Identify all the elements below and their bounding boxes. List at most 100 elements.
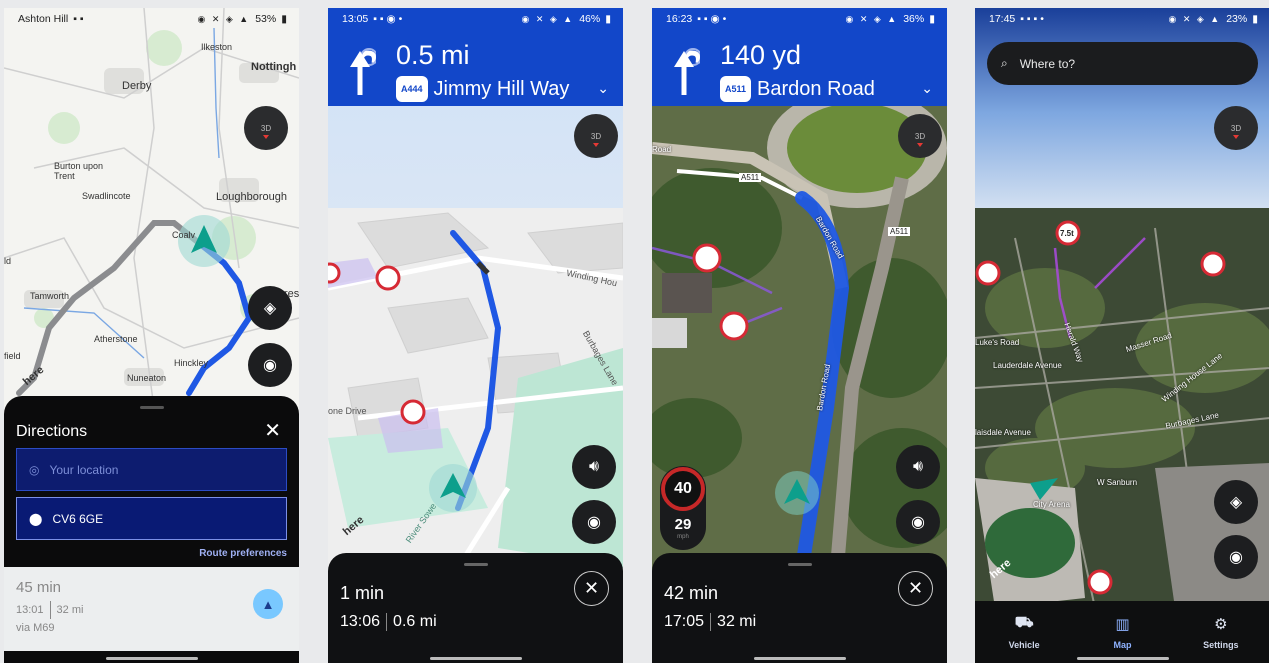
map-label: field [4, 351, 21, 361]
destination-field[interactable]: ⬤ CV6 6GE [16, 497, 287, 540]
chevron-down-icon[interactable]: ⌄ [597, 80, 609, 97]
recenter-button[interactable]: ◉ [248, 343, 292, 387]
recenter-icon: ◉ [263, 357, 277, 374]
phone-screen-route-preview: Ashton Hill ▪ ▪ ◉ ✕ ◈ ▲ 53% ▮ Derby Notting… [4, 8, 299, 663]
map-label: Ilkeston [201, 42, 233, 52]
map-label: Luke's Road [975, 338, 1020, 347]
notification-icons: ▪ ▪ ▪ • [1020, 13, 1044, 25]
battery-icon: ▮ [605, 13, 611, 25]
chevron-down-icon[interactable]: ⌄ [921, 80, 933, 97]
map-label: A511 [888, 227, 911, 236]
layers-button[interactable]: ◈ [248, 286, 292, 330]
compass-3d-button[interactable]: 3D [244, 106, 288, 150]
turn-left-icon [350, 48, 376, 95]
tab-label: Settings [1203, 639, 1239, 650]
road-number-badge: A511 [720, 76, 752, 102]
phone-screen-turn-guidance: 13:05 ▪ ▪ ◉ • ◉ ✕ ◈ ▲ 46% ▮ 0.5 mi A444 Jimm… [328, 8, 623, 663]
battery-level: 46% [579, 13, 601, 25]
recenter-button[interactable]: ◉ [1214, 535, 1258, 579]
trip-info-sheet[interactable]: 1 min 13:06 0.6 mi ✕ [328, 553, 623, 663]
map-label: Tamworth [30, 291, 70, 301]
map-label: Road [652, 145, 672, 154]
trip-distance: 0.6 mi [393, 613, 437, 630]
route-summary[interactable]: 45 min 13:01 32 mi via M69 ▲ [4, 567, 299, 651]
drag-handle[interactable] [787, 563, 812, 566]
bottom-tab-bar: ⛟ Vehicle ▥ Map ⚙ Settings [975, 601, 1269, 663]
system-icons: ◉ ✕ ◈ ▲ [845, 13, 899, 24]
status-bar: 16:23 ▪ ▪ ◉ • ◉ ✕ ◈ ▲ 36% ▮ [652, 8, 947, 30]
map-label: Coalv [172, 230, 196, 240]
trip-arrival: 13:06 [340, 613, 381, 630]
sound-button[interactable]: 🔊︎ [896, 445, 940, 489]
trip-arrival: 17:05 [664, 613, 705, 630]
maneuver-banner[interactable]: 140 yd A511 Bardon Road ⌄ [652, 30, 947, 106]
battery-icon: ▮ [929, 13, 935, 25]
maneuver-distance: 0.5 mi [396, 40, 470, 70]
destination-text: CV6 6GE [52, 511, 104, 526]
map-label: Nottingh [251, 61, 297, 73]
end-navigation-button[interactable]: ✕ [574, 571, 609, 606]
map-label: Derby [122, 80, 152, 92]
recenter-icon: ◉ [587, 514, 601, 531]
system-icons: ◉ ✕ ◈ ▲ [197, 13, 251, 24]
recenter-button[interactable]: ◉ [572, 500, 616, 544]
trip-info-sheet[interactable]: 42 min 17:05 32 mi ✕ [652, 553, 947, 663]
layers-icon: ◈ [1229, 494, 1243, 511]
tab-vehicle[interactable]: ⛟ Vehicle [975, 601, 1073, 663]
status-bar: 13:05 ▪ ▪ ◉ • ◉ ✕ ◈ ▲ 46% ▮ [328, 8, 623, 30]
home-indicator[interactable] [753, 657, 846, 660]
origin-field[interactable]: ◎ Your location [16, 448, 287, 491]
compass-3d-button[interactable]: 3D [1214, 106, 1258, 150]
sound-button[interactable]: 🔊︎ [572, 445, 616, 489]
layers-button[interactable]: ◈ [1214, 480, 1258, 524]
pin-icon: ⬤ [29, 511, 43, 526]
maneuver-banner[interactable]: 0.5 mi A444 Jimmy Hill Way ⌄ [328, 30, 623, 106]
search-bar[interactable]: ⌕ Where to? [987, 42, 1258, 85]
route-via: via M69 [16, 622, 55, 634]
speaker-icon: 🔊︎ [588, 458, 600, 475]
close-icon[interactable]: ✕ [264, 418, 281, 443]
directions-panel: Directions ✕ ◎ Your location ⬤ CV6 6GE Rou… [4, 396, 299, 567]
turn-left-icon [674, 48, 700, 95]
layers-icon: ◈ [263, 300, 277, 317]
map-label: Burton upon Trent [54, 161, 104, 181]
map-label: Lauderdale Avenue [993, 361, 1062, 370]
phone-screen-satellite-guidance: 16:23 ▪ ▪ ◉ • ◉ ✕ ◈ ▲ 36% ▮ 140 yd A511 Bard… [652, 8, 947, 663]
tab-label: Map [1113, 639, 1132, 650]
route-preferences-link[interactable]: Route preferences [199, 548, 287, 559]
tab-map[interactable]: ▥ Map [1073, 601, 1171, 663]
recenter-button[interactable]: ◉ [896, 500, 940, 544]
compass-3d-button[interactable]: 3D [898, 114, 942, 158]
map-icon: ▥ [1115, 615, 1130, 633]
drag-handle[interactable] [139, 406, 164, 409]
notification-icons: ▪ ▪ [73, 13, 84, 25]
weight-limit-sign: 7.5t [1060, 229, 1074, 238]
home-indicator[interactable] [1076, 657, 1169, 660]
tab-settings[interactable]: ⚙ Settings [1172, 601, 1269, 663]
gear-icon: ⚙ [1214, 615, 1228, 633]
home-indicator[interactable] [429, 657, 522, 660]
battery-level: 53% [255, 13, 277, 25]
route-duration: 45 min [16, 579, 62, 596]
route-distance: 32 mi [56, 604, 84, 616]
trip-distance: 32 mi [717, 613, 757, 630]
status-bar: 17:45 ▪ ▪ ▪ • ◉ ✕ ◈ ▲ 23% ▮ [975, 8, 1269, 30]
end-navigation-button[interactable]: ✕ [898, 571, 933, 606]
map-label: Loughborough [216, 191, 287, 203]
start-navigation-button[interactable]: ▲ [253, 589, 283, 619]
speed-limit-sign: 40 [661, 467, 705, 511]
drag-handle[interactable] [463, 563, 488, 566]
battery-icon: ▮ [281, 13, 287, 25]
system-icons: ◉ ✕ ◈ ▲ [1168, 13, 1222, 24]
map-label: ld [4, 256, 12, 266]
close-icon: ✕ [907, 578, 924, 598]
trip-remaining: 42 min [664, 583, 719, 603]
status-time: 17:45 [989, 13, 1016, 25]
compass-3d-button[interactable]: 3D [574, 114, 618, 158]
speaker-icon: 🔊︎ [912, 458, 924, 475]
map-label: Hinckley [174, 358, 209, 368]
compass-label: 3D [590, 131, 602, 141]
route-arrival: 13:01 [16, 604, 44, 616]
home-indicator[interactable] [105, 657, 198, 660]
map-label: W Sanburn [1097, 478, 1138, 487]
